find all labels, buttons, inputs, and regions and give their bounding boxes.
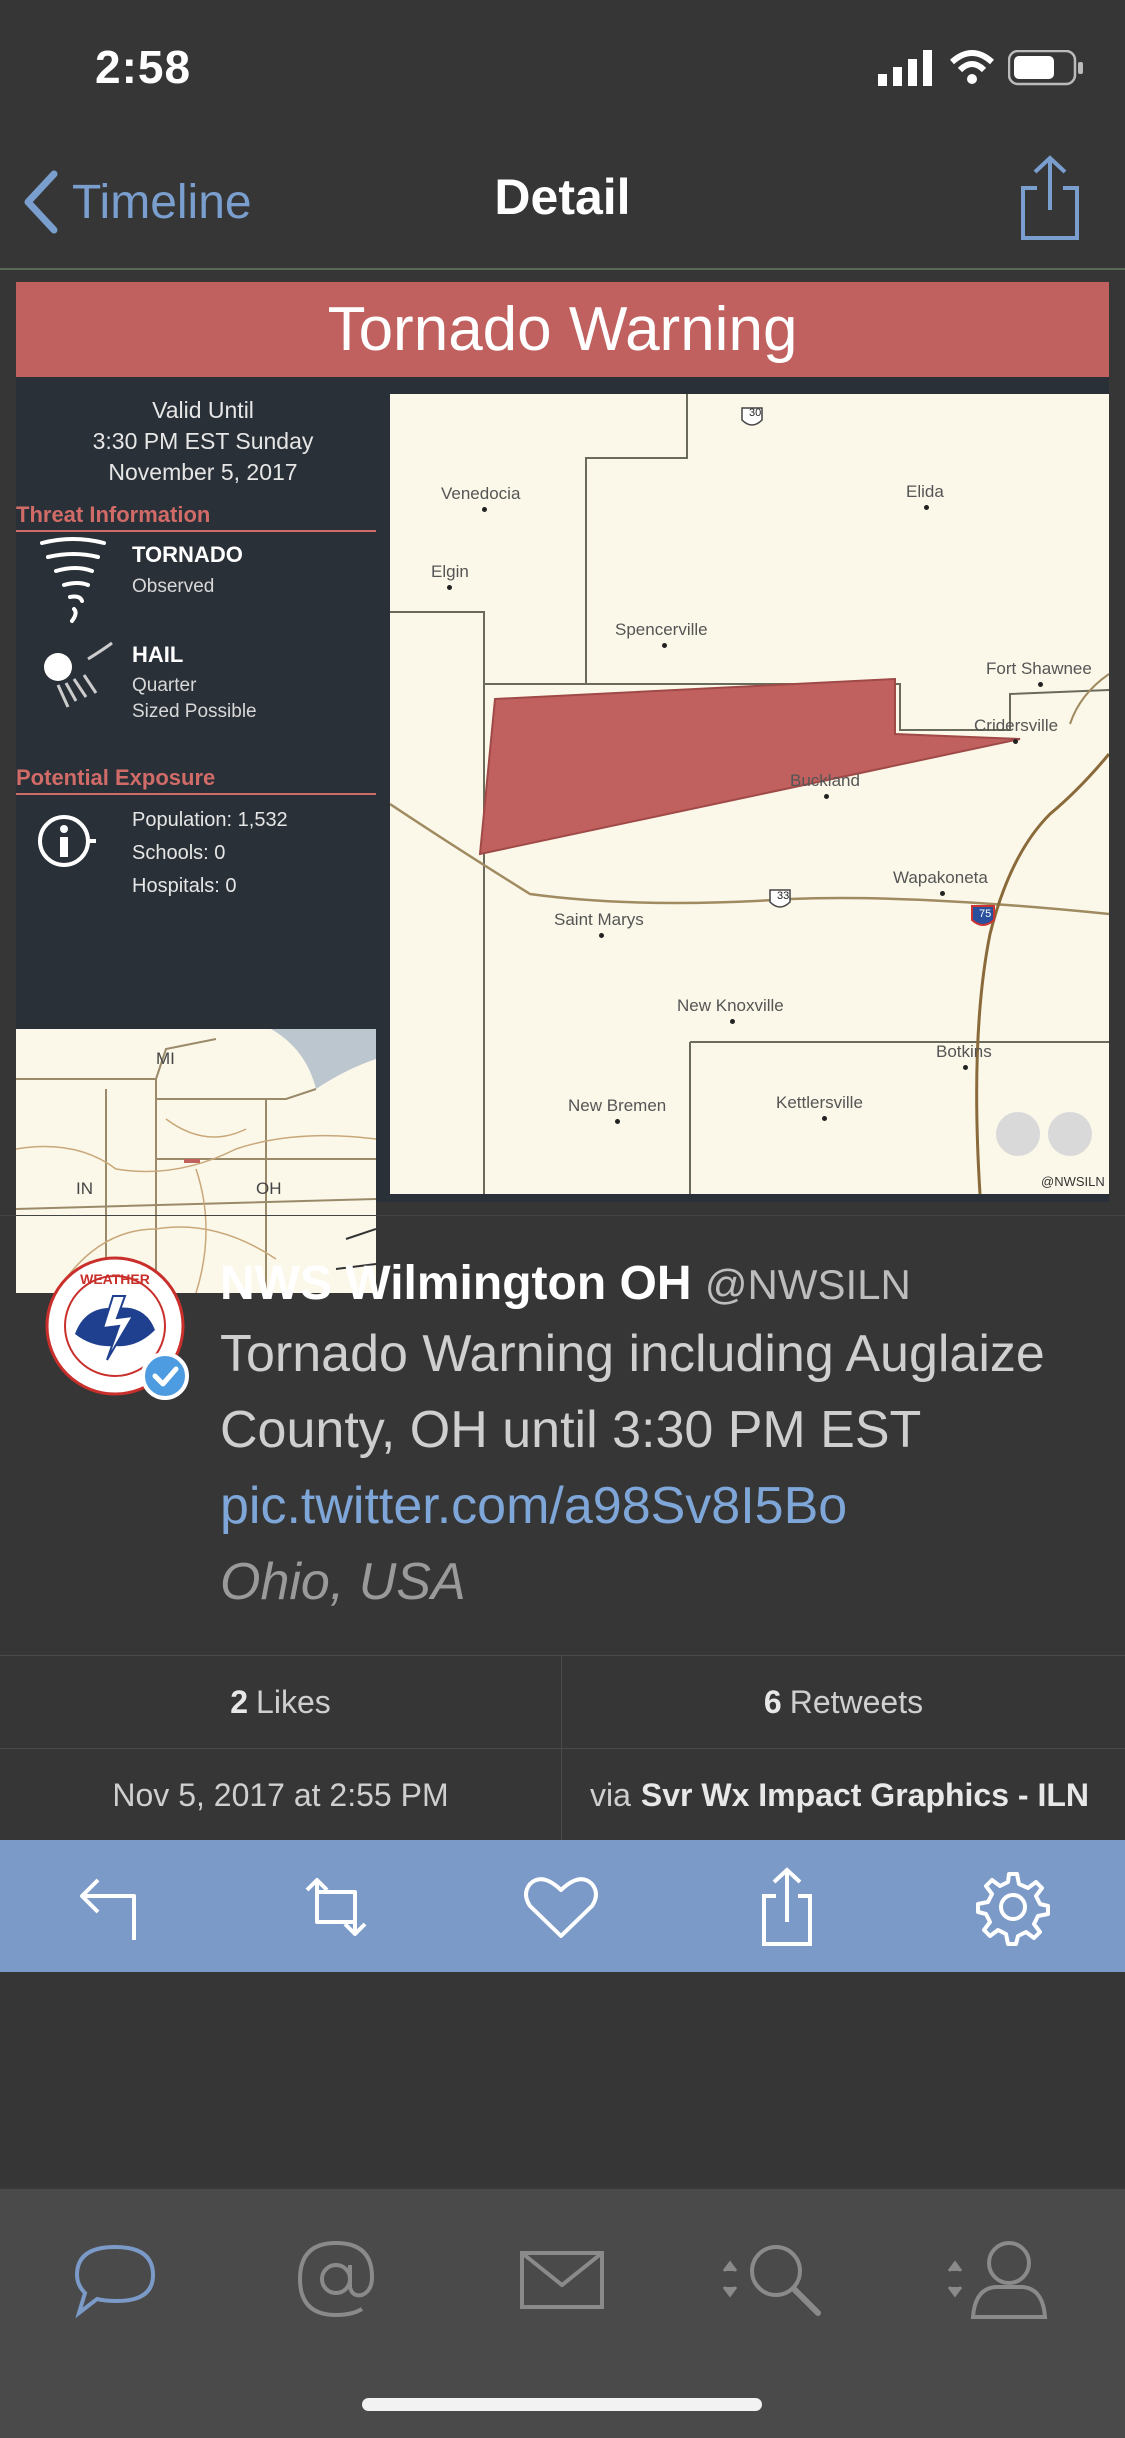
status-time: 2:58 — [95, 41, 192, 93]
likes-label: Likes — [256, 1683, 331, 1720]
town-buckland: Buckland — [790, 771, 860, 790]
valid-until-time: 3:30 PM EST Sunday — [92, 428, 314, 454]
like-icon[interactable] — [520, 1866, 602, 1948]
retweets-stat[interactable]: 6 Retweets — [562, 1656, 1125, 1749]
mini-label-mi: MI — [156, 1049, 175, 1068]
avatar[interactable]: WEATHER — [45, 1256, 193, 1404]
town-saint-marys: Saint Marys — [554, 910, 644, 929]
exposure-list: Population: 1,532 Schools: 0 Hospitals: … — [132, 804, 288, 903]
share-icon[interactable] — [746, 1866, 828, 1948]
via-prefix: via — [589, 1776, 631, 1813]
tornado-icon — [40, 537, 106, 623]
share-icon[interactable] — [1015, 154, 1085, 244]
town-elgin: Elgin — [431, 562, 469, 581]
town-cridersville: Cridersville — [974, 716, 1059, 735]
likes-count: 2 — [230, 1683, 249, 1720]
warning-map: 30 33 75 Venedocia Elida Elgin Spencervi… — [390, 394, 1109, 1194]
svg-text:WEATHER: WEATHER — [80, 1271, 150, 1287]
town-spencerville: Spencerville — [615, 620, 708, 639]
tweet-text: Tornado Warning including Auglaize Count… — [220, 1325, 1045, 1459]
tweet-author[interactable]: NWS Wilmington OH @NWSILN — [220, 1256, 911, 1311]
wifi-icon — [950, 50, 994, 84]
town-new-knoxville: New Knoxville — [677, 996, 784, 1015]
likes-stat[interactable]: 2 Likes — [0, 1656, 562, 1749]
route-33-label: 33 — [777, 890, 790, 902]
town-venedocia: Venedocia — [441, 484, 521, 503]
warning-info-panel: Valid Until 3:30 PM EST Sunday November … — [16, 377, 390, 1293]
empty-space — [0, 1972, 1125, 2187]
town-fort-shawnee: Fort Shawnee — [986, 659, 1092, 678]
exposure-population: Population: 1,532 — [132, 809, 288, 831]
retweets-label: Retweets — [789, 1683, 924, 1720]
exposure-hospitals: Hospitals: 0 — [132, 875, 237, 897]
town-botkins: Botkins — [936, 1042, 992, 1061]
route-75-label: 75 — [979, 908, 992, 920]
status-bar: 2:58 — [0, 0, 1125, 140]
settings-icon[interactable] — [972, 1866, 1054, 1948]
exposure-header: Potential Exposure — [16, 765, 376, 795]
mini-label-oh: OH — [256, 1179, 282, 1198]
messages-icon[interactable] — [512, 2229, 612, 2329]
signal-icon — [878, 50, 932, 86]
timeline-icon[interactable] — [65, 2229, 165, 2329]
tweet-location[interactable]: Ohio, USA — [220, 1553, 466, 1611]
retweet-icon[interactable] — [295, 1866, 377, 1948]
town-elida: Elida — [906, 482, 944, 501]
tweet-body: Tornado Warning including Auglaize Count… — [220, 1316, 1100, 1620]
threat-hail-sub-2: Sized Possible — [132, 701, 257, 722]
page-title: Detail — [494, 169, 631, 225]
valid-until-label: Valid Until — [152, 397, 254, 423]
author-name: NWS Wilmington OH — [220, 1257, 692, 1310]
mini-label-in: IN — [76, 1179, 93, 1198]
town-kettlersville: Kettlersville — [776, 1093, 863, 1112]
route-30-label: 30 — [749, 407, 762, 419]
threat-tornado-title: TORNADO — [132, 542, 243, 567]
reply-icon[interactable] — [74, 1866, 156, 1948]
home-indicator[interactable] — [362, 2398, 762, 2411]
exposure-schools: Schools: 0 — [132, 842, 226, 864]
threat-hail-title: HAIL — [132, 642, 184, 667]
nav-bar: Timeline Detail — [0, 140, 1125, 270]
tweet-source[interactable]: via Svr Wx Impact Graphics - ILN — [562, 1749, 1125, 1841]
nws-logo: WEATHER — [45, 1256, 189, 1400]
hail-icon — [44, 641, 113, 708]
info-icon — [38, 815, 96, 867]
tweet-link[interactable]: pic.twitter.com/a98Sv8I5Bo — [220, 1477, 847, 1535]
map-credit: @NWSILN — [1041, 1174, 1105, 1189]
tweet-date: Nov 5, 2017 at 2:55 PM — [0, 1749, 562, 1841]
valid-until: Valid Until 3:30 PM EST Sunday November … — [16, 395, 390, 488]
threat-header: Threat Information — [16, 502, 376, 532]
tweet-media[interactable]: Tornado Warning Valid Until 3:30 PM EST … — [0, 270, 1125, 1293]
town-new-bremen: New Bremen — [568, 1096, 667, 1115]
search-icon[interactable] — [720, 2229, 830, 2329]
retweets-count: 6 — [763, 1683, 782, 1720]
profile-icon[interactable] — [945, 2229, 1055, 2329]
via-source: Svr Wx Impact Graphics - ILN — [640, 1776, 1089, 1813]
tweet-action-bar — [0, 1840, 1125, 1972]
author-handle: @NWSILN — [704, 1261, 911, 1308]
warning-graphic[interactable]: Tornado Warning Valid Until 3:30 PM EST … — [16, 282, 1109, 1293]
valid-until-date: November 5, 2017 — [108, 459, 298, 485]
mentions-icon[interactable] — [286, 2229, 386, 2329]
threat-hail-sub-1: Quarter — [132, 675, 197, 696]
warning-banner: Tornado Warning — [16, 282, 1109, 377]
town-wapakoneta: Wapakoneta — [893, 868, 988, 887]
warning-map-graphic — [390, 394, 1109, 1194]
threat-tornado-sub: Observed — [132, 576, 215, 597]
tweet: WEATHER NWS Wilmington OH @NWSILN Tornad… — [0, 1215, 1125, 1656]
tweet-stats: 2 Likes 6 Retweets Nov 5, 2017 at 2:55 PM … — [0, 1655, 1125, 1841]
battery-icon — [1008, 50, 1083, 86]
